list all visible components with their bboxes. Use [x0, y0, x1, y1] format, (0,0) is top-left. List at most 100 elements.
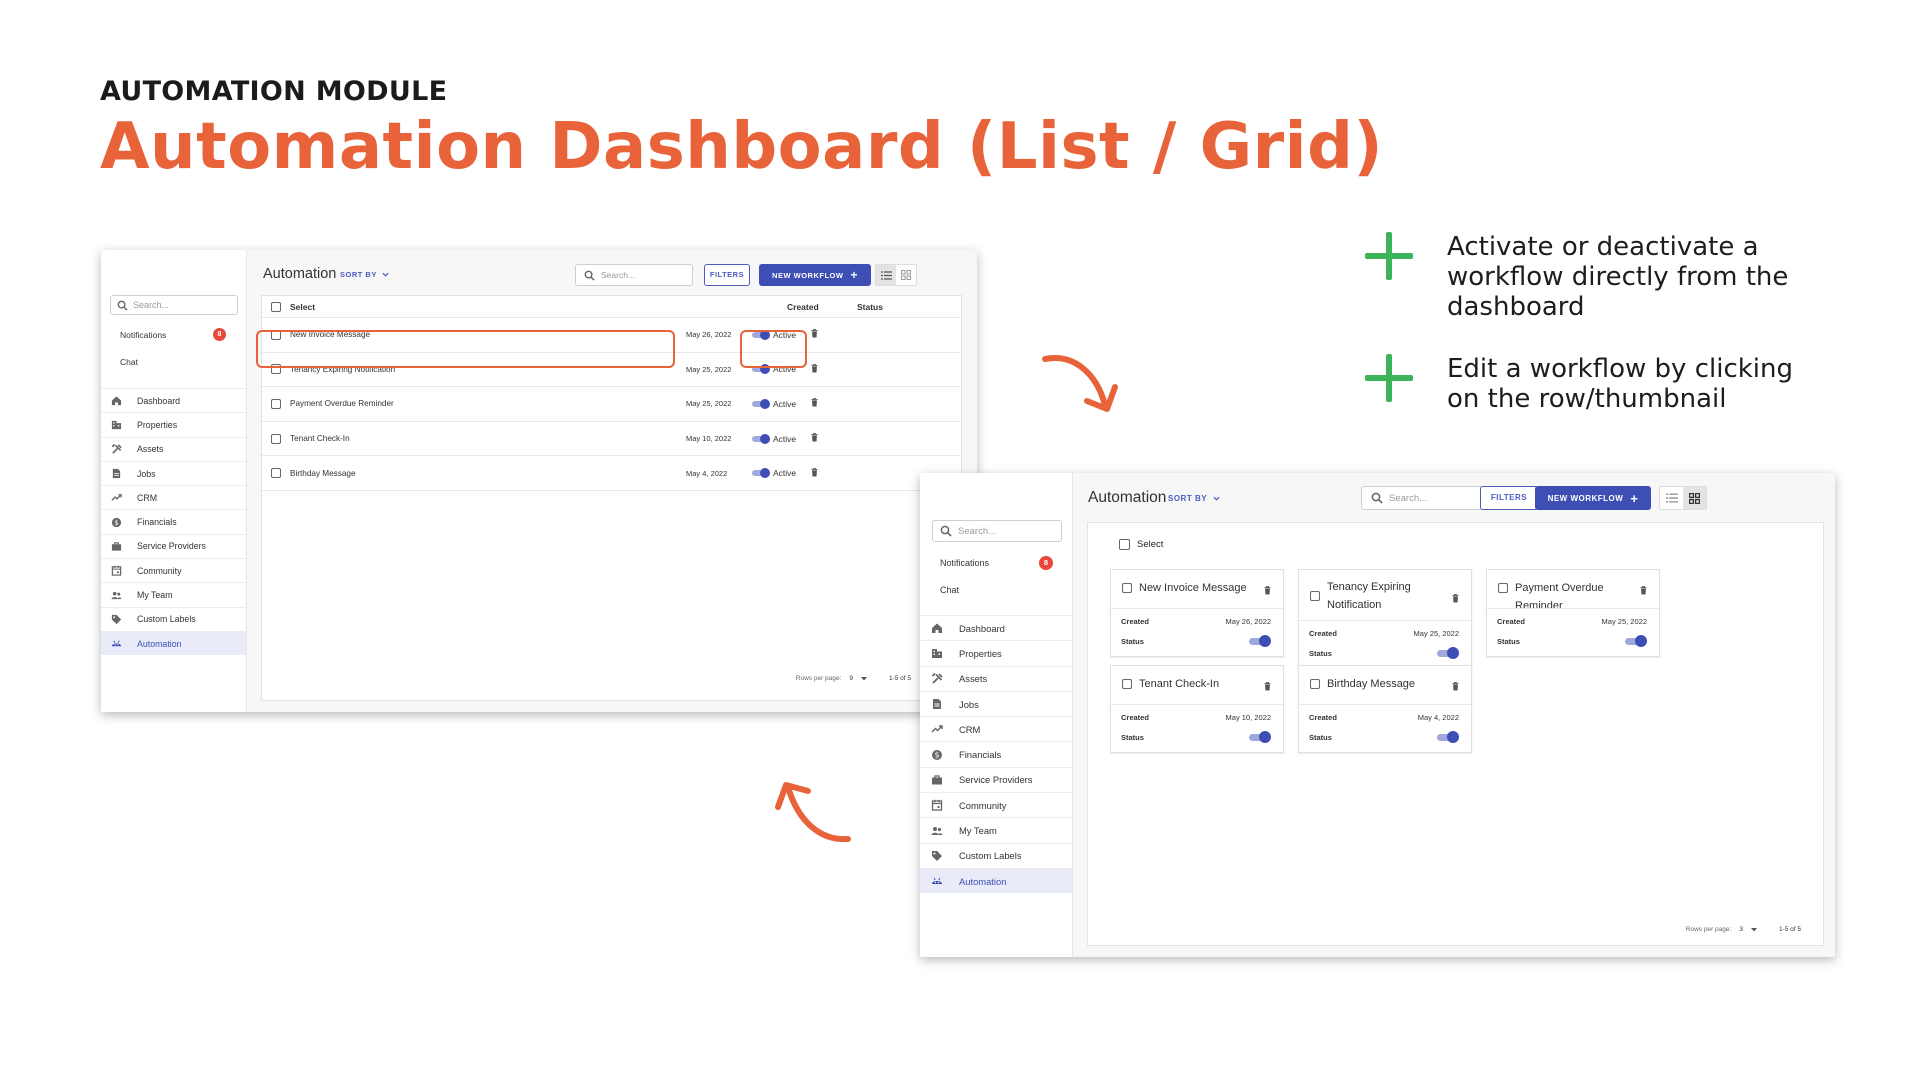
sidebar-item-automation[interactable]: Automation: [101, 630, 246, 656]
created-date: May 26, 2022: [686, 330, 732, 340]
delete-button[interactable]: [1452, 592, 1459, 606]
list-view-icon[interactable]: [876, 265, 896, 285]
workflow-card[interactable]: New Invoice Message Created May 26, 2022 St…: [1110, 569, 1284, 657]
select-all-checkbox[interactable]: [1119, 539, 1130, 550]
caret-down-icon[interactable]: [1750, 927, 1757, 932]
calendar-icon: [930, 799, 944, 811]
delete-button[interactable]: [811, 433, 818, 444]
sidebar-item-properties[interactable]: Properties: [101, 412, 246, 436]
sidebar-item-custom-labels[interactable]: Custom Labels: [920, 842, 1072, 868]
rows-per-page-select[interactable]: 3: [1739, 926, 1743, 933]
card-checkbox[interactable]: [1498, 583, 1508, 593]
sidebar-search-input[interactable]: Search...: [932, 520, 1062, 542]
sidebar-item-financials[interactable]: $ Financials: [101, 509, 246, 533]
delete-button[interactable]: [1452, 680, 1459, 694]
status-toggle[interactable]: [752, 433, 770, 444]
delete-button[interactable]: [811, 467, 818, 479]
delete-button[interactable]: [1264, 584, 1271, 598]
sidebar-item-dashboard[interactable]: Dashboard: [920, 615, 1072, 640]
table-row[interactable]: Payment Overdue Reminder May 25, 2022 Acti…: [262, 387, 961, 422]
sidebar-item-custom-labels[interactable]: Custom Labels: [101, 606, 246, 631]
trash-icon[interactable]: [811, 364, 818, 373]
sidebar-notifications[interactable]: Notifications: [940, 558, 989, 568]
row-checkbox[interactable]: [271, 433, 281, 444]
card-checkbox[interactable]: [1122, 679, 1132, 689]
sidebar-item-assets[interactable]: Assets: [101, 436, 246, 461]
grid-view-icon[interactable]: [896, 265, 916, 285]
grid-view-icon[interactable]: [1683, 487, 1706, 509]
sidebar-chat[interactable]: Chat: [120, 357, 138, 367]
sidebar-chat[interactable]: Chat: [940, 585, 959, 595]
select-all[interactable]: Select: [1119, 539, 1163, 550]
new-workflow-button[interactable]: NEW WORKFLOW +: [1535, 486, 1651, 510]
filters-button[interactable]: FILTERS: [1480, 486, 1538, 510]
card-checkbox[interactable]: [1310, 679, 1320, 689]
sidebar-item-label: Jobs: [137, 468, 156, 479]
row-checkbox[interactable]: [271, 468, 281, 479]
card-checkbox[interactable]: [1122, 583, 1132, 593]
table-row[interactable]: Tenant Check-In May 10, 2022 Active: [262, 422, 961, 457]
select-all-checkbox[interactable]: [271, 301, 281, 312]
sidebar-item-community[interactable]: Community: [920, 792, 1072, 817]
delete-button[interactable]: [1264, 680, 1271, 694]
sidebar-notifications[interactable]: Notifications: [120, 330, 166, 340]
sidebar-item-service-providers[interactable]: Service Providers: [101, 533, 246, 558]
status-toggle[interactable]: [1249, 635, 1271, 647]
trash-icon[interactable]: [1264, 682, 1271, 691]
sidebar-item-assets[interactable]: Assets: [920, 665, 1072, 691]
search-input[interactable]: Search...: [1361, 486, 1491, 510]
sidebar-item-properties[interactable]: Properties: [920, 640, 1072, 665]
workflow-card[interactable]: Tenant Check-In Created May 10, 2022 Status: [1110, 665, 1284, 753]
table-row[interactable]: Birthday Message May 4, 2022 Active: [262, 456, 961, 491]
sidebar-item-crm[interactable]: CRM: [920, 716, 1072, 741]
sidebar-item-dashboard[interactable]: Dashboard: [101, 388, 246, 412]
trash-icon[interactable]: [1264, 586, 1271, 595]
trash-icon[interactable]: [1640, 586, 1647, 595]
plus-icon: [1365, 232, 1413, 280]
slide-eyebrow: AUTOMATION MODULE: [100, 76, 448, 107]
filters-button[interactable]: FILTERS: [704, 264, 750, 286]
trash-icon[interactable]: [811, 467, 818, 477]
trash-icon[interactable]: [811, 433, 818, 442]
sidebar-item-jobs[interactable]: Jobs: [101, 460, 246, 485]
sidebar-item-label: Financials: [959, 749, 1002, 761]
trend-icon: [930, 723, 944, 735]
sort-by-button[interactable]: SORT BY: [1168, 494, 1220, 503]
search-input[interactable]: Search...: [575, 264, 693, 286]
caret-down-icon[interactable]: [860, 676, 867, 681]
trash-icon[interactable]: [1452, 682, 1459, 691]
sidebar-item-community[interactable]: Community: [101, 558, 246, 582]
sidebar-item-jobs[interactable]: Jobs: [920, 690, 1072, 716]
notifications-label: Notifications: [120, 330, 167, 340]
sort-by-button[interactable]: SORT BY: [340, 270, 389, 279]
status-toggle[interactable]: [1437, 731, 1459, 743]
delete-button[interactable]: [811, 364, 818, 375]
sidebar-item-my-team[interactable]: My Team: [920, 817, 1072, 842]
status-toggle[interactable]: [1437, 647, 1459, 659]
sidebar-item-service-providers[interactable]: Service Providers: [920, 766, 1072, 792]
workflow-card[interactable]: Birthday Message Created May 4, 2022 Status: [1298, 665, 1472, 753]
sidebar-search-input[interactable]: Search...: [110, 295, 238, 315]
trash-icon[interactable]: [811, 398, 818, 407]
sidebar-item-automation[interactable]: Automation: [920, 867, 1072, 894]
workflow-card[interactable]: Payment Overdue Reminder Created May 25, 2…: [1486, 569, 1660, 657]
trash-icon[interactable]: [811, 329, 818, 338]
row-checkbox[interactable]: [271, 398, 281, 409]
status-toggle[interactable]: [1249, 731, 1271, 743]
delete-button[interactable]: [811, 329, 818, 340]
workflow-card[interactable]: Tenancy Expiring Notification Created May …: [1298, 569, 1472, 669]
status-toggle[interactable]: [1625, 635, 1647, 647]
trash-icon[interactable]: [1452, 594, 1459, 603]
card-checkbox[interactable]: [1310, 591, 1320, 601]
created-date: May 10, 2022: [1225, 713, 1271, 722]
list-view-icon[interactable]: [1660, 487, 1683, 509]
delete-button[interactable]: [811, 398, 818, 409]
sidebar-item-crm[interactable]: CRM: [101, 485, 246, 509]
rows-per-page-select[interactable]: 9: [849, 675, 853, 682]
status-toggle[interactable]: [752, 398, 770, 409]
sidebar-item-my-team[interactable]: My Team: [101, 582, 246, 606]
status-toggle[interactable]: [752, 468, 770, 479]
delete-button[interactable]: [1640, 584, 1647, 598]
sidebar-item-financials[interactable]: $ Financials: [920, 741, 1072, 766]
new-workflow-button[interactable]: NEW WORKFLOW +: [759, 264, 871, 286]
